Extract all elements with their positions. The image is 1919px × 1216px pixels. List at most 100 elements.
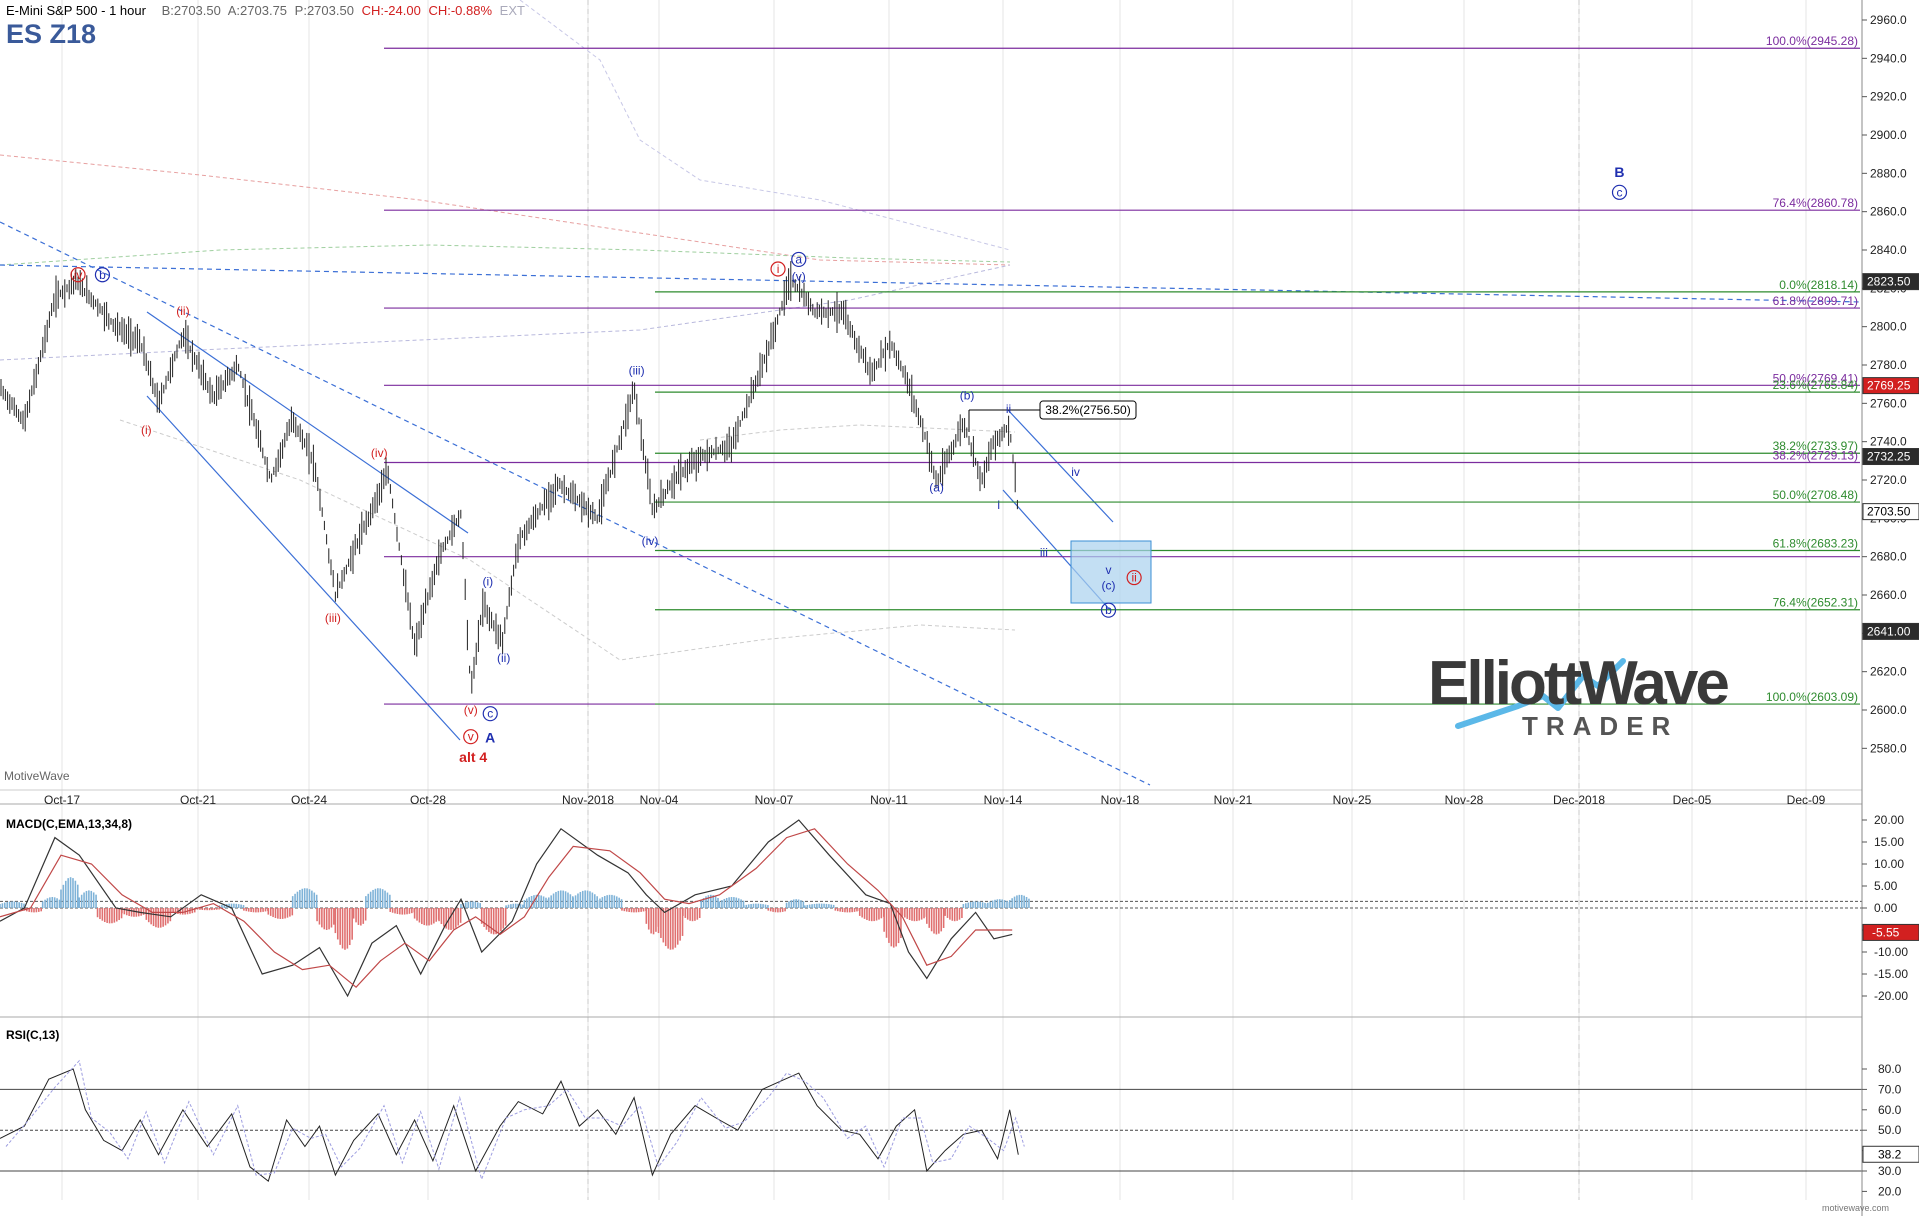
wave-label: i [777, 262, 780, 276]
wave-label: (i) [141, 423, 152, 437]
price-tick-label: 2940.0 [1870, 51, 1907, 65]
rsi-tick-label: 20.0 [1878, 1184, 1902, 1198]
fib-level-label: 23.6%(2765.84) [1773, 378, 1858, 392]
wave-label: v [1106, 563, 1112, 577]
elliottwave-trader-logo: ElliottWave TRADER [1428, 648, 1738, 741]
macd-current-tag-label: -5.55 [1872, 925, 1900, 939]
wave-label: (ii) [497, 651, 510, 665]
current-price-tag-label: 2823.50 [1867, 275, 1911, 289]
price-tick-label: 2720.0 [1870, 473, 1907, 487]
wave-label: v [468, 730, 474, 744]
price-tick-label: 2960.0 [1870, 13, 1907, 27]
price-tick-label: 2600.0 [1870, 703, 1907, 717]
wave-label: ii [1131, 571, 1136, 585]
price-tick-label: 2800.0 [1870, 320, 1907, 334]
price-tick-label: 2740.0 [1870, 435, 1907, 449]
date-tick-label: Oct-28 [410, 793, 446, 807]
wave-label: B [1614, 164, 1624, 180]
chart-title: E-Mini S&P 500 - 1 hour [6, 3, 146, 18]
price-tick-label: 2760.0 [1870, 396, 1907, 410]
date-tick-label: Dec-09 [1787, 793, 1826, 807]
rsi-tick-label: 60.0 [1878, 1103, 1902, 1117]
price-tick-label: 2780.0 [1870, 358, 1907, 372]
macd-tick-label: 15.00 [1874, 835, 1904, 849]
fib-level-label: 100.0%(2945.28) [1766, 34, 1858, 48]
session-badge: EXT [499, 3, 525, 18]
current-price-tag-label: 2641.00 [1867, 624, 1911, 638]
date-tick-label: Nov-14 [984, 793, 1023, 807]
macd-title: MACD(C,EMA,13,34,8) [6, 817, 132, 831]
wave-label: (v) [792, 270, 806, 284]
macd-tick-label: 20.00 [1874, 813, 1904, 827]
price-tick-label: 2880.0 [1870, 166, 1907, 180]
date-tick-label: Dec-2018 [1553, 793, 1605, 807]
wave-label: a [795, 252, 802, 266]
rsi-tick-label: 80.0 [1878, 1062, 1902, 1076]
price-tick-label: 2840.0 [1870, 243, 1907, 257]
macd-tick-label: -10.00 [1874, 945, 1908, 959]
wave-label: i [997, 498, 1000, 512]
axis-bg [1862, 0, 1919, 1216]
wave-label: b [99, 268, 106, 282]
wave-label: ii [1006, 402, 1011, 416]
current-price-tag-label: 2769.25 [1867, 379, 1911, 393]
wave-label: c [1616, 185, 1622, 199]
date-tick-label: Dec-05 [1673, 793, 1712, 807]
change-pct-value: CH:-0.88% [428, 3, 493, 18]
motivewave-url: motivewave.com [1822, 1203, 1890, 1213]
price-tick-label: 2900.0 [1870, 128, 1907, 142]
symbol-label: ES Z18 [6, 19, 97, 49]
wave-label: (b) [960, 389, 975, 403]
fib-level-label: 38.2%(2729.13) [1773, 449, 1858, 463]
macd-tick-label: -15.00 [1874, 967, 1908, 981]
wave-label: iv [1071, 465, 1080, 479]
wave-label: (i) [482, 574, 493, 588]
rsi-current-tag-label: 38.2 [1878, 1147, 1902, 1161]
rsi-title: RSI(C,13) [6, 1028, 59, 1042]
price-tick-label: 2680.0 [1870, 550, 1907, 564]
macd-tick-label: 0.00 [1874, 901, 1898, 915]
page-bg [0, 0, 1919, 1216]
chart-background [0, 0, 1919, 1216]
motivewave-watermark: MotiveWave [4, 769, 70, 783]
fib-level-label: 61.8%(2809.71) [1773, 294, 1858, 308]
date-tick-label: Nov-18 [1101, 793, 1140, 807]
price-tick-label: 2580.0 [1870, 741, 1907, 755]
wave-label: (c) [1102, 578, 1116, 592]
ask-value: A:2703.75 [227, 3, 288, 18]
rsi-tick-label: 70.0 [1878, 1082, 1902, 1096]
fib-level-label: 100.0%(2603.09) [1766, 690, 1858, 704]
date-tick-label: Nov-11 [870, 793, 908, 807]
wave-label: b [1105, 603, 1112, 617]
rsi-tick-label: 30.0 [1878, 1164, 1902, 1178]
logo-word: ElliottWave [1428, 649, 1730, 718]
chart-header: E-Mini S&P 500 - 1 hour B:2703.50 A:2703… [6, 3, 529, 18]
chart-canvas: 100.0%(2945.28) 76.4%(2860.78) 0.0%(2818.1… [0, 0, 1919, 1216]
wave-label: (iv) [371, 446, 388, 460]
price-tick-label: 2860.0 [1870, 205, 1907, 219]
macd-tick-label: 10.00 [1874, 857, 1904, 871]
date-tick-label: Nov-28 [1445, 793, 1484, 807]
wave-label: (ii) [176, 304, 189, 318]
date-tick-label: Nov-21 [1214, 793, 1253, 807]
date-tick-label: Oct-24 [291, 793, 327, 807]
date-tick-label: Nov-07 [755, 793, 794, 807]
wave-label: (iv) [642, 534, 659, 548]
price-tick-label: 2660.0 [1870, 588, 1907, 602]
wave-label: (iii) [629, 364, 645, 378]
wave-label: iv [74, 268, 83, 282]
date-tick-label: Oct-21 [180, 793, 216, 807]
fib-level-label: 76.4%(2652.31) [1773, 596, 1858, 610]
current-price-tag-label: 2732.25 [1867, 450, 1911, 464]
macd-tick-label: -20.00 [1874, 989, 1908, 1003]
callout-label: 38.2%(2756.50) [1045, 403, 1130, 417]
wave-label: alt 4 [459, 749, 487, 765]
date-tick-label: Nov-25 [1333, 793, 1372, 807]
current-price-tag-label: 2703.50 [1867, 505, 1911, 519]
date-tick-label: Nov-2018 [562, 793, 614, 807]
fib-level-label: 50.0%(2708.48) [1773, 488, 1858, 502]
rsi-tick-label: 50.0 [1878, 1123, 1902, 1137]
fib-level-label: 76.4%(2860.78) [1773, 196, 1858, 210]
wave-label: (v) [464, 703, 478, 717]
macd-tick-label: 5.00 [1874, 879, 1898, 893]
